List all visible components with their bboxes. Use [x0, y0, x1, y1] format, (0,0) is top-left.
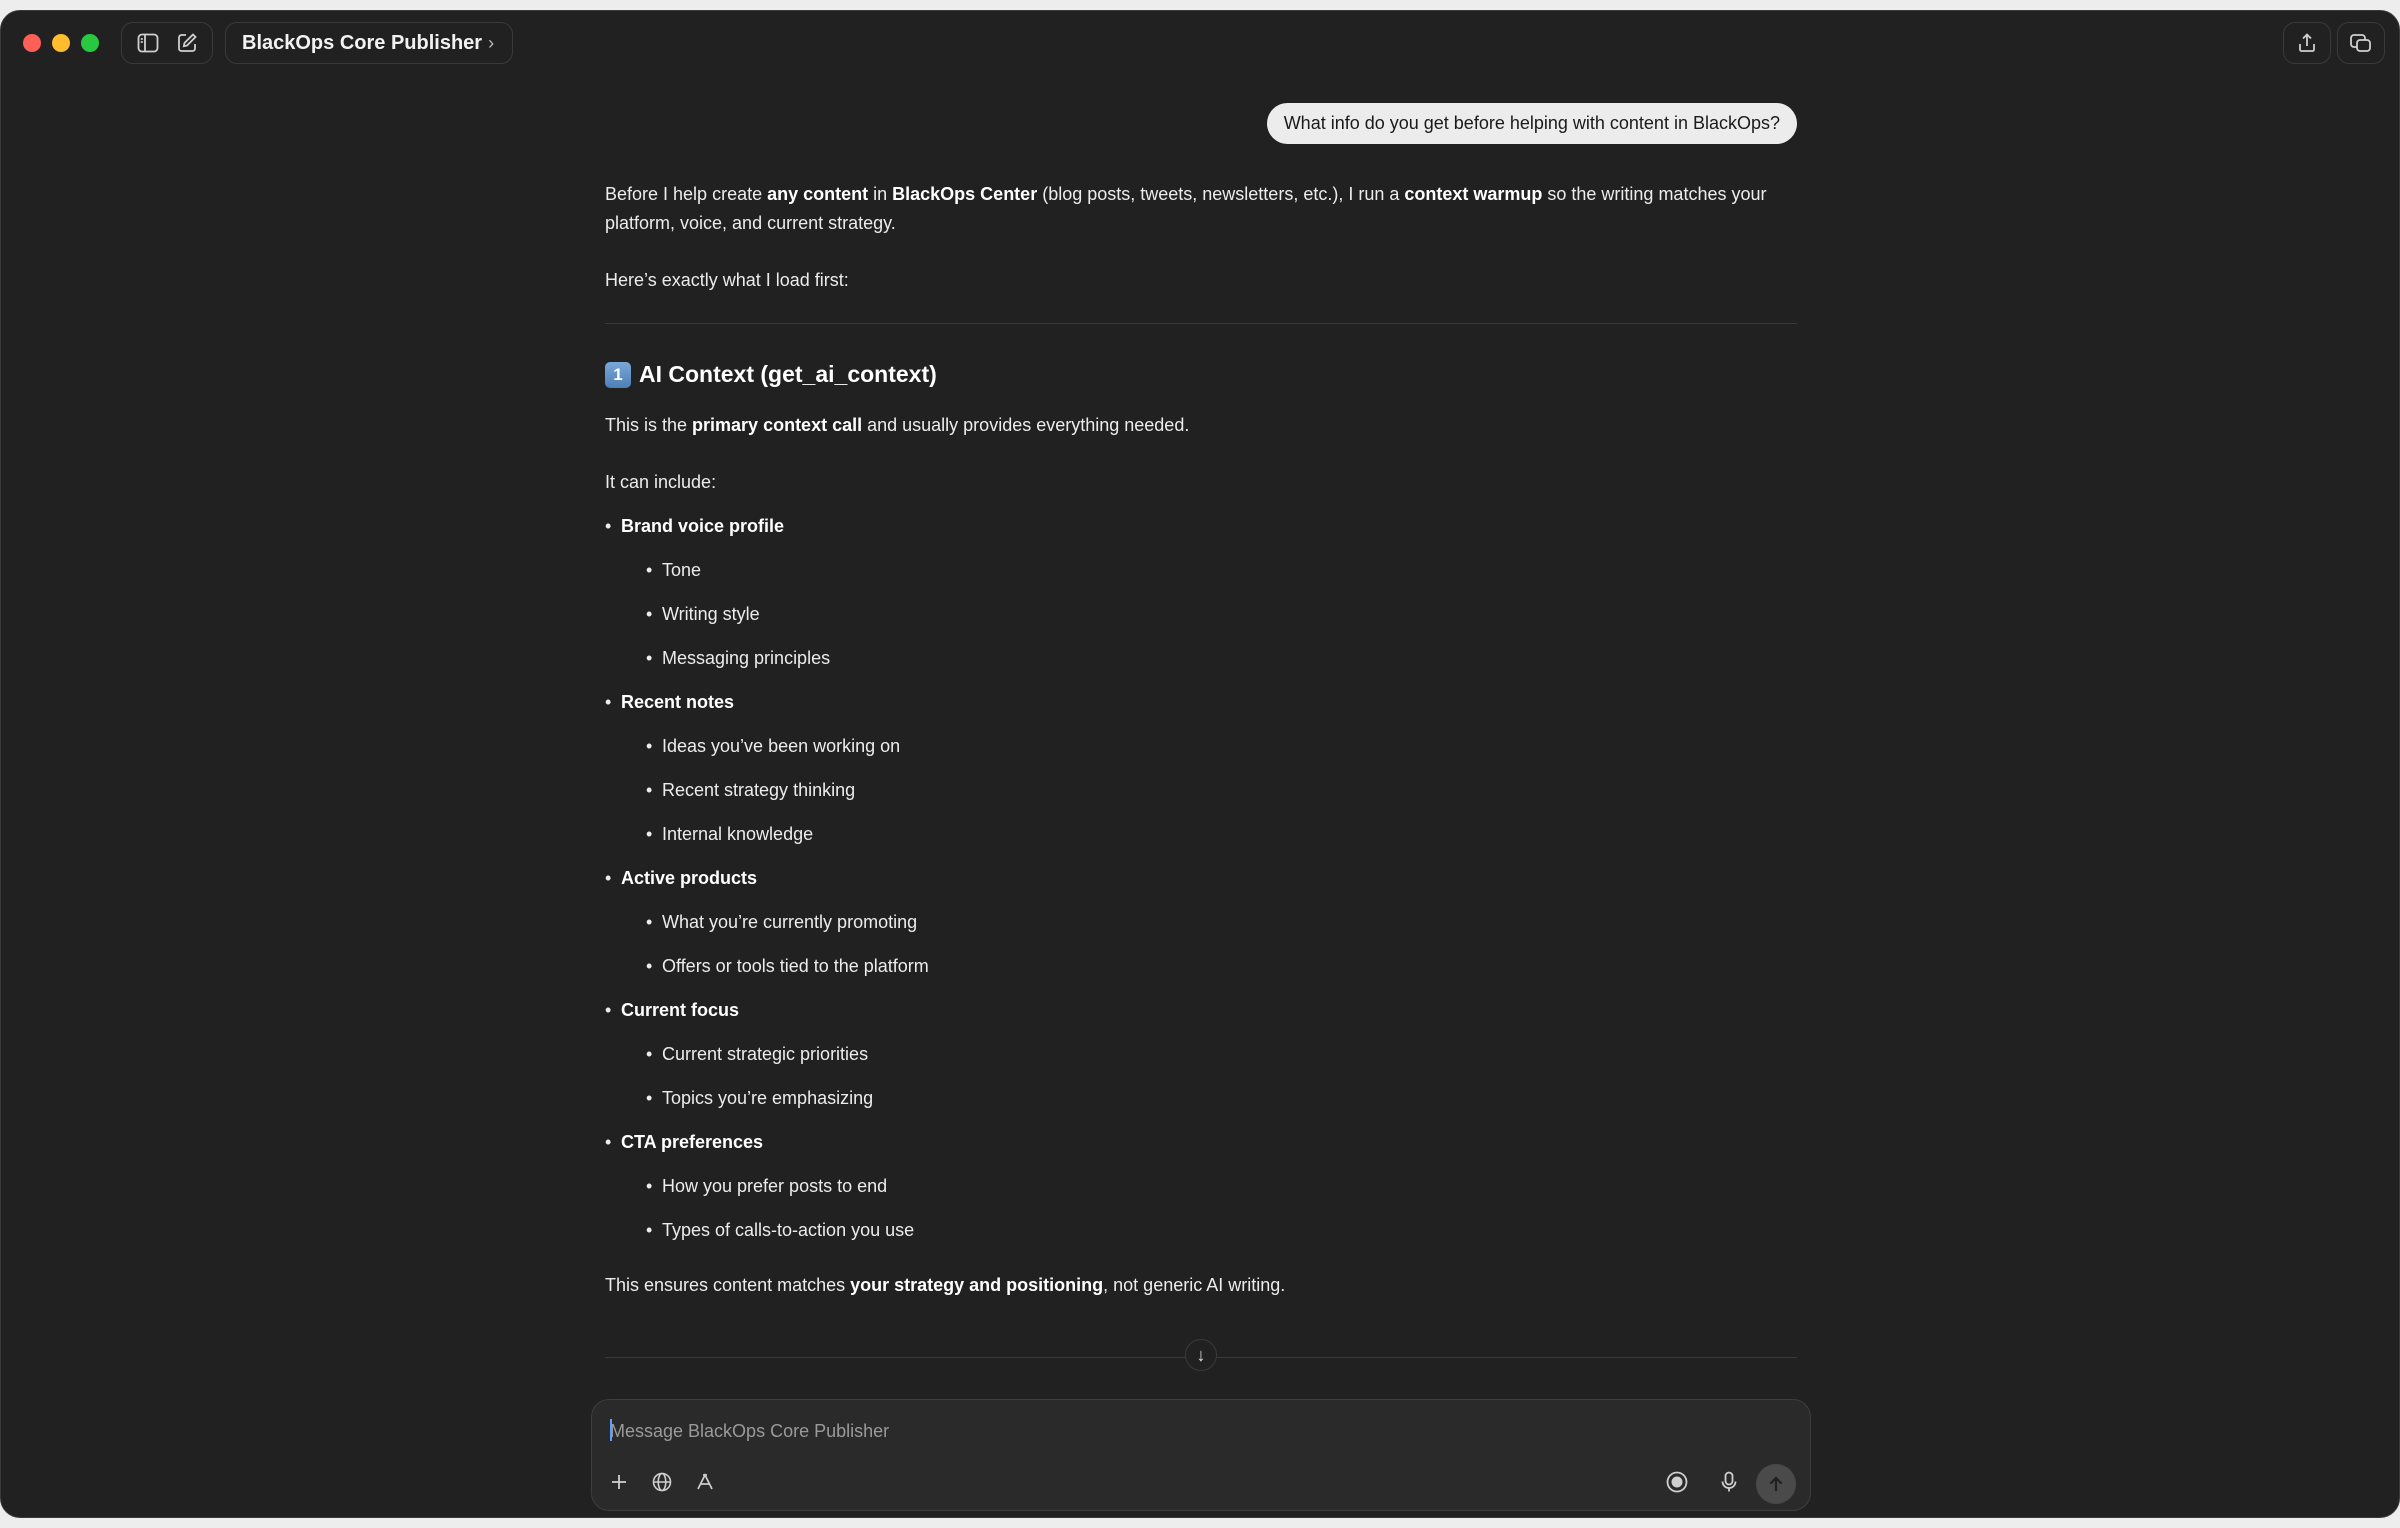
toolbar-left-group [121, 22, 213, 64]
section-title: AI Context (get_ai_context) [639, 361, 937, 387]
send-button[interactable] [1756, 1464, 1796, 1504]
primary-paragraph: This is the primary context call and usu… [605, 415, 1190, 435]
assistant-message: Before I help create any content in Blac… [605, 180, 1797, 1328]
can-include-label: It can include: [605, 472, 717, 492]
microphone-icon[interactable] [1712, 1465, 1746, 1499]
compose-icon[interactable] [171, 27, 203, 59]
close-window-button[interactable] [23, 34, 41, 52]
message-input[interactable] [610, 1416, 1510, 1446]
share-icon [2299, 33, 2315, 52]
user-message: What info do you get before helping with… [1266, 103, 1797, 144]
scroll-to-bottom-button[interactable]: ↓ [1185, 1339, 1217, 1371]
title-bar: BlackOps Core Publisher › [1, 11, 2399, 75]
list-item: Tone [621, 556, 1797, 585]
intro-paragraph: Before I help create any content in Blac… [605, 184, 1767, 233]
message-composer [591, 1399, 1811, 1511]
zoom-window-button[interactable] [81, 34, 99, 52]
list-item: Brand voice profile Tone Writing style M… [605, 512, 1797, 673]
lead-paragraph: Here’s exactly what I load first: [605, 270, 849, 290]
list-item: Messaging principles [621, 644, 1797, 673]
new-window-icon [2350, 34, 2371, 52]
list-item: Ideas you’ve been working on [621, 732, 1797, 761]
list-item: Active products What you’re currently pr… [605, 864, 1797, 981]
list-item: Current strategic priorities [621, 1040, 1797, 1069]
plus-icon[interactable] [602, 1465, 636, 1499]
minimize-window-button[interactable] [52, 34, 70, 52]
sidebar-toggle-icon[interactable] [132, 27, 164, 59]
list-item: Writing style [621, 600, 1797, 629]
closing-paragraph: This ensures content matches your strate… [605, 1275, 1286, 1295]
share-button[interactable] [2283, 22, 2331, 64]
context-list: Brand voice profile Tone Writing style M… [605, 512, 1797, 1245]
list-item: Recent notes Ideas you’ve been working o… [605, 688, 1797, 849]
voice-mode-icon[interactable] [1660, 1465, 1694, 1499]
list-item: What you’re currently promoting [621, 908, 1797, 937]
arrow-down-icon: ↓ [1196, 1344, 1206, 1365]
new-window-button[interactable] [2337, 22, 2385, 64]
window-controls [23, 34, 99, 52]
list-item: Internal knowledge [621, 820, 1797, 849]
list-item: Recent strategy thinking [621, 776, 1797, 805]
list-item: CTA preferences How you prefer posts to … [605, 1128, 1797, 1245]
list-item: Offers or tools tied to the platform [621, 952, 1797, 981]
globe-icon[interactable] [645, 1465, 679, 1499]
send-arrow-icon [1769, 1476, 1783, 1492]
text-caret [610, 1419, 612, 1441]
list-item: Types of calls-to-action you use [621, 1216, 1797, 1245]
list-item: How you prefer posts to end [621, 1172, 1797, 1201]
app-window: BlackOps Core Publisher › What info do y… [0, 10, 2400, 1518]
list-item: Current focus Current strategic prioriti… [605, 996, 1797, 1113]
divider [605, 323, 1797, 324]
tools-icon[interactable] [688, 1465, 722, 1499]
window-title: BlackOps Core Publisher [242, 31, 483, 54]
chevron-right-icon: › [488, 32, 495, 53]
keycap-number-icon: 1 [605, 361, 631, 388]
section-heading: 1 AI Context (get_ai_context) [605, 360, 1797, 389]
list-item: Topics you’re emphasizing [621, 1084, 1797, 1113]
conversation-title-menu[interactable]: BlackOps Core Publisher › [225, 22, 514, 64]
